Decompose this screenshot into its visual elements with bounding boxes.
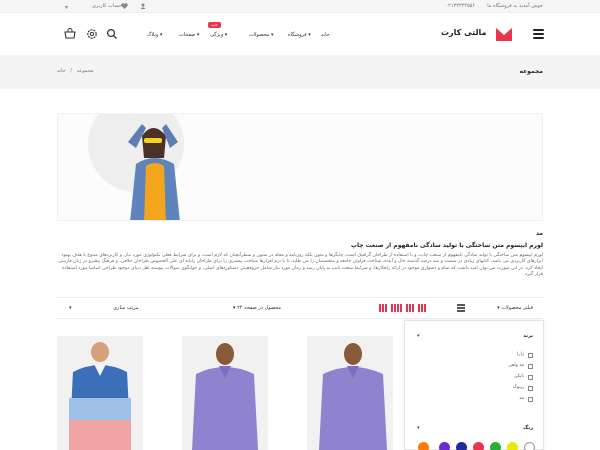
product-image (192, 343, 258, 450)
brand-checkbox[interactable] (528, 353, 533, 358)
color-swatch-green[interactable] (490, 442, 501, 450)
logo-text[interactable]: مالتی کارت (441, 28, 486, 37)
welcome-text: خوش آمدید به فروشگاه ما (487, 3, 543, 9)
banner-image (88, 114, 184, 220)
description-subtitle: لورم ایپسوم متن ساختگی با تولید سادگی نا… (350, 242, 543, 249)
color-filter-title[interactable]: رنگ (523, 425, 533, 431)
color-swatch-yellow[interactable] (507, 442, 518, 450)
cart-icon[interactable] (64, 28, 76, 40)
nav-products[interactable]: محصولات ▾ (249, 32, 274, 38)
filter-panel: برند ▾ زارا مد واهی نایکی ریبوک مد رنگ ▾ (404, 320, 544, 450)
product-card[interactable] (307, 336, 393, 450)
color-swatch-white[interactable] (524, 442, 535, 450)
nav-features[interactable]: ویژگی ▾ (210, 32, 227, 38)
product-image (69, 342, 131, 450)
breadcrumb-current: مجموعه (76, 68, 94, 74)
grid-view-icon[interactable] (379, 304, 427, 312)
color-swatch-navy[interactable] (456, 442, 467, 450)
brand-checkbox[interactable] (528, 375, 533, 380)
product-card[interactable] (57, 336, 143, 450)
sort-select[interactable]: ▾ مرتب سازی (69, 305, 138, 311)
collection-banner (57, 113, 543, 221)
brand-option[interactable]: نایکی (473, 374, 533, 382)
brand-checkbox[interactable] (528, 397, 533, 402)
language-icon[interactable]: ▾ (65, 3, 73, 10)
new-badge: جدید (208, 22, 221, 28)
list-view-icon[interactable] (457, 304, 465, 312)
header: مالتی کارت خانه فروشگاه ▾ محصولات ▾ ویژگ… (0, 13, 600, 55)
filter-products-toggle[interactable]: ▾ فیلتر محصولات (497, 305, 533, 311)
heart-icon[interactable] (121, 3, 128, 9)
color-swatch-purple[interactable] (439, 442, 450, 450)
brand-checkbox[interactable] (528, 364, 533, 369)
description-title: مد (535, 230, 543, 237)
phone-number[interactable]: ۰۲۱۳۳۳۴۴۵۵۶ (445, 3, 475, 9)
color-swatch-orange[interactable] (418, 442, 429, 450)
logo-icon[interactable] (496, 28, 512, 41)
menu-icon[interactable] (533, 29, 544, 41)
brand-option[interactable]: مد واهی (473, 363, 533, 371)
page-title: مجموعه (519, 68, 543, 75)
chevron-down-icon[interactable]: ▾ (417, 425, 420, 431)
brand-filter-title[interactable]: برند (523, 333, 533, 339)
color-swatch-red[interactable] (473, 442, 484, 450)
brand-checkbox[interactable] (528, 386, 533, 391)
search-icon[interactable] (106, 28, 118, 40)
product-toolbar: ▾ فیلتر محصولات ▾ ۲۴ محصول در صفحه ▾ مرت… (57, 297, 543, 319)
account-link[interactable]: حساب کاربری (92, 3, 122, 9)
chevron-down-icon[interactable]: ▾ (417, 333, 420, 339)
nav-pages[interactable]: صفحات ▾ (179, 32, 199, 38)
brand-option[interactable]: زارا (473, 352, 533, 360)
svg-text:▾: ▾ (65, 4, 68, 10)
breadcrumb: مجموعه / خانه (57, 68, 94, 74)
user-icon (140, 3, 146, 9)
breadcrumb-bar: مجموعه مجموعه / خانه (0, 55, 600, 89)
breadcrumb-separator: / (70, 68, 72, 74)
brand-option[interactable]: ریبوک (473, 385, 533, 393)
brand-option[interactable]: مد (473, 396, 533, 404)
breadcrumb-home[interactable]: خانه (57, 68, 66, 74)
product-image (319, 343, 387, 450)
product-card[interactable] (182, 336, 268, 450)
nav-home[interactable]: خانه (321, 32, 330, 38)
gear-icon[interactable] (86, 28, 98, 40)
per-page-select[interactable]: ▾ ۲۴ محصول در صفحه (233, 305, 281, 311)
description-paragraph: لورم ایپسوم متن ساختگی با تولید سادگی نا… (58, 253, 543, 278)
nav-shop[interactable]: فروشگاه ▾ (288, 32, 311, 38)
top-bar: خوش آمدید به فروشگاه ما ۰۲۱۳۳۳۴۴۵۵۶ حساب… (0, 0, 600, 13)
nav-blog[interactable]: وبلاگ ▾ (147, 32, 162, 38)
